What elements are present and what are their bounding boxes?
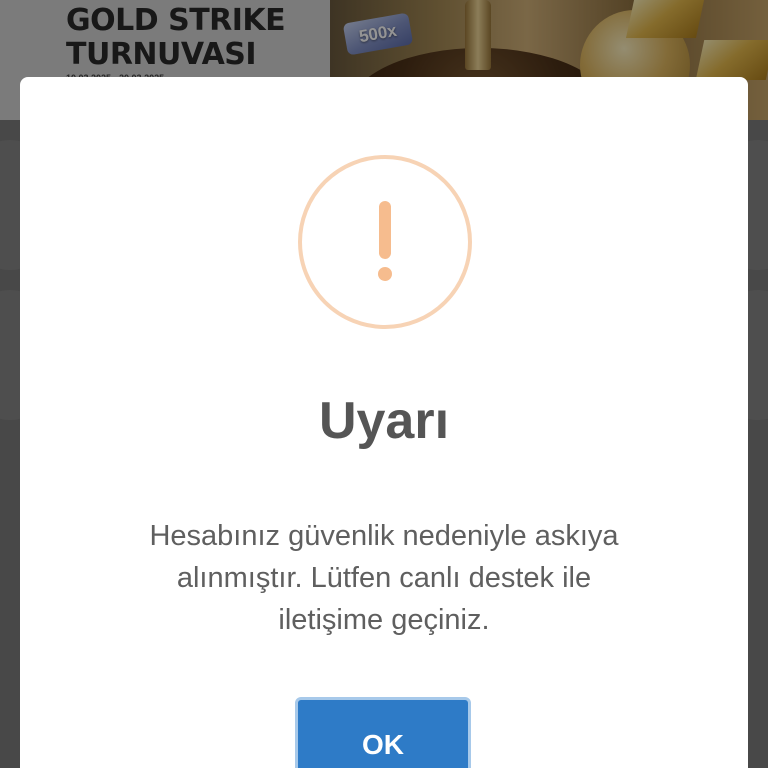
ok-button[interactable]: OK	[295, 697, 471, 768]
dialog-title: Uyarı	[318, 392, 450, 450]
warning-icon	[298, 155, 472, 329]
exclamation-icon	[379, 201, 391, 259]
dialog-message: Hesabınız güvenlik nedeniyle askıya alın…	[149, 520, 619, 636]
exclamation-dot	[378, 267, 392, 281]
alert-dialog: Uyarı Hesabınız güvenlik nedeniyle askıy…	[20, 77, 748, 768]
